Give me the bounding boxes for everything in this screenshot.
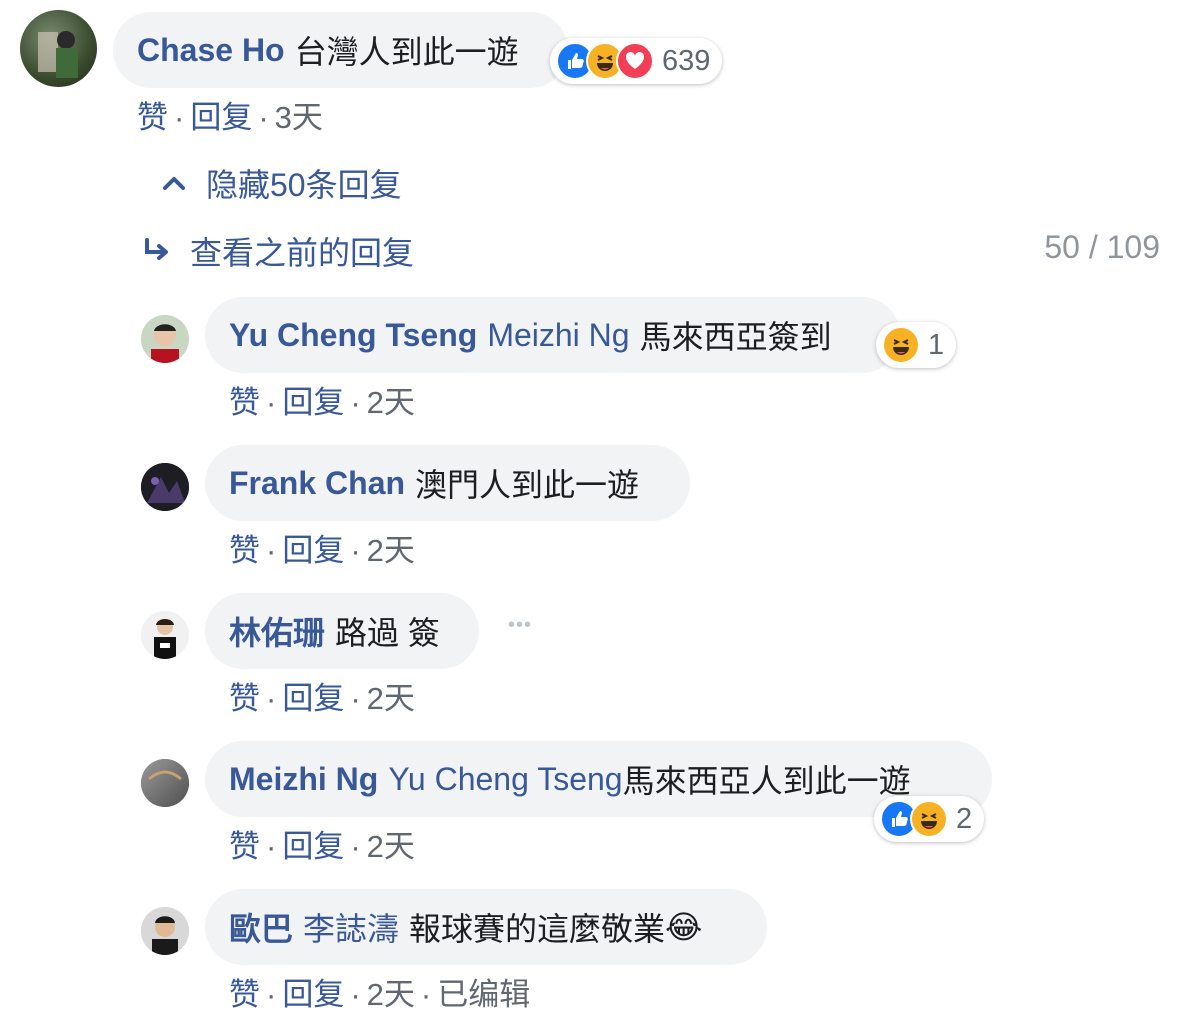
- avatar[interactable]: [141, 907, 189, 955]
- separator-dot: ·: [266, 681, 277, 716]
- separator-dot: ·: [350, 533, 361, 568]
- reply-actions: 赞 · 回复 · 2天: [229, 673, 415, 718]
- comment-text: 台灣人到此一遊: [294, 34, 519, 70]
- reply-arrow-icon: [145, 238, 168, 260]
- avatar-photo: [141, 463, 189, 511]
- separator-dot: ·: [350, 385, 361, 420]
- avatar-photo: [141, 907, 189, 955]
- comment-actions: 赞 · 回复 · 3天: [137, 92, 323, 137]
- edited-label[interactable]: 已编辑: [437, 977, 530, 1012]
- reply-text: 馬來西亞人到此一遊: [622, 763, 911, 799]
- separator-dot: ·: [266, 385, 277, 420]
- comment-bubble: Chase Ho 台灣人到此一遊: [113, 12, 568, 88]
- timestamp[interactable]: 2天: [367, 681, 415, 716]
- more-options-icon[interactable]: •••: [508, 614, 532, 637]
- reply-link[interactable]: 回复: [282, 977, 344, 1012]
- reply-bubble: 林佑珊 路過 簽: [205, 593, 479, 669]
- avatar[interactable]: [141, 315, 189, 363]
- timestamp[interactable]: 2天: [367, 977, 415, 1012]
- like-link[interactable]: 赞: [229, 977, 260, 1012]
- reply-author[interactable]: Yu Cheng Tseng: [229, 317, 477, 354]
- avatar-photo: [38, 31, 78, 78]
- comment-author[interactable]: Chase Ho: [137, 32, 285, 69]
- separator-dot: ·: [266, 533, 277, 568]
- reaction-summary[interactable]: 1: [876, 322, 957, 368]
- reply-mention[interactable]: 李誌濤: [303, 904, 399, 950]
- separator-dot: ·: [350, 829, 361, 864]
- love-reaction-icon: [616, 42, 654, 80]
- reply-link[interactable]: 回复: [282, 681, 344, 716]
- separator-dot: ·: [174, 100, 185, 135]
- avatar-photo: [141, 315, 189, 363]
- reply-bubble: Meizhi Ng Yu Cheng Tseng 馬來西亞人到此一遊: [205, 741, 992, 817]
- reply-author[interactable]: 歐巴: [229, 904, 293, 950]
- avatar[interactable]: [20, 10, 97, 87]
- reply-link[interactable]: 回复: [190, 100, 252, 135]
- hide-replies-label: 隐藏50条回复: [206, 167, 402, 203]
- reply-author[interactable]: Frank Chan: [229, 465, 405, 502]
- reply-text: 馬來西亞簽到: [639, 319, 832, 355]
- chevron-up-icon: [163, 177, 185, 190]
- timestamp[interactable]: 2天: [367, 533, 415, 568]
- reply-actions: 赞 · 回复 · 2天: [229, 821, 415, 866]
- view-previous-label: 查看之前的回复: [190, 235, 415, 271]
- reply-author[interactable]: 林佑珊: [229, 608, 325, 654]
- avatar[interactable]: [141, 611, 189, 659]
- view-previous-replies-link[interactable]: 查看之前的回复: [142, 228, 414, 274]
- reply-mention[interactable]: Yu Cheng Tseng: [388, 761, 622, 798]
- reply-actions: 赞 · 回复 · 2天: [229, 377, 415, 422]
- timestamp[interactable]: 3天: [275, 100, 323, 135]
- reaction-summary[interactable]: 639: [550, 38, 723, 84]
- reply-actions: 赞 · 回复 · 2天: [229, 525, 415, 570]
- like-link[interactable]: 赞: [229, 385, 260, 420]
- separator-dot: ·: [350, 681, 361, 716]
- reply-text: 報球賽的這麼敬業: [409, 911, 666, 947]
- reply-bubble: Frank Chan 澳門人到此一遊: [205, 445, 690, 521]
- haha-reaction-icon: [882, 326, 920, 364]
- like-link[interactable]: 赞: [137, 100, 168, 135]
- reaction-count: 639: [662, 44, 711, 77]
- like-link[interactable]: 赞: [229, 681, 260, 716]
- like-link[interactable]: 赞: [229, 829, 260, 864]
- separator-dot: ·: [258, 100, 269, 135]
- reaction-count: 2: [956, 802, 973, 835]
- avatar-photo: [141, 611, 189, 659]
- reply-text: 澳門人到此一遊: [415, 467, 640, 503]
- avatar-photo: [141, 759, 189, 807]
- timestamp[interactable]: 2天: [367, 829, 415, 864]
- reply-text: 路過 簽: [335, 615, 440, 651]
- haha-reaction-icon: [910, 800, 948, 838]
- hide-replies-link[interactable]: 隐藏50条回复: [160, 160, 402, 206]
- reply-link[interactable]: 回复: [282, 533, 344, 568]
- reaction-summary[interactable]: 2: [874, 796, 985, 842]
- timestamp[interactable]: 2天: [367, 385, 415, 420]
- reaction-count: 1: [928, 328, 945, 361]
- separator-dot: ·: [266, 977, 277, 1012]
- reply-link[interactable]: 回复: [282, 385, 344, 420]
- reply-counter: 50 / 109: [1044, 229, 1160, 265]
- like-link[interactable]: 赞: [229, 533, 260, 568]
- tears-of-joy-emoji-icon: 😂: [665, 909, 703, 945]
- reply-link[interactable]: 回复: [282, 829, 344, 864]
- reply-author[interactable]: Meizhi Ng: [229, 761, 378, 798]
- reply-bubble: 歐巴 李誌濤 報球賽的這麼敬業 😂: [205, 889, 767, 965]
- avatar[interactable]: [141, 759, 189, 807]
- avatar[interactable]: [141, 463, 189, 511]
- reply-actions: 赞 · 回复 · 2天 · 已编辑: [229, 969, 530, 1014]
- separator-dot: ·: [350, 977, 361, 1012]
- reply-mention[interactable]: Meizhi Ng: [487, 317, 629, 354]
- separator-dot: ·: [420, 977, 432, 1012]
- separator-dot: ·: [266, 829, 277, 864]
- reply-bubble: Yu Cheng Tseng Meizhi Ng 馬來西亞簽到: [205, 297, 900, 373]
